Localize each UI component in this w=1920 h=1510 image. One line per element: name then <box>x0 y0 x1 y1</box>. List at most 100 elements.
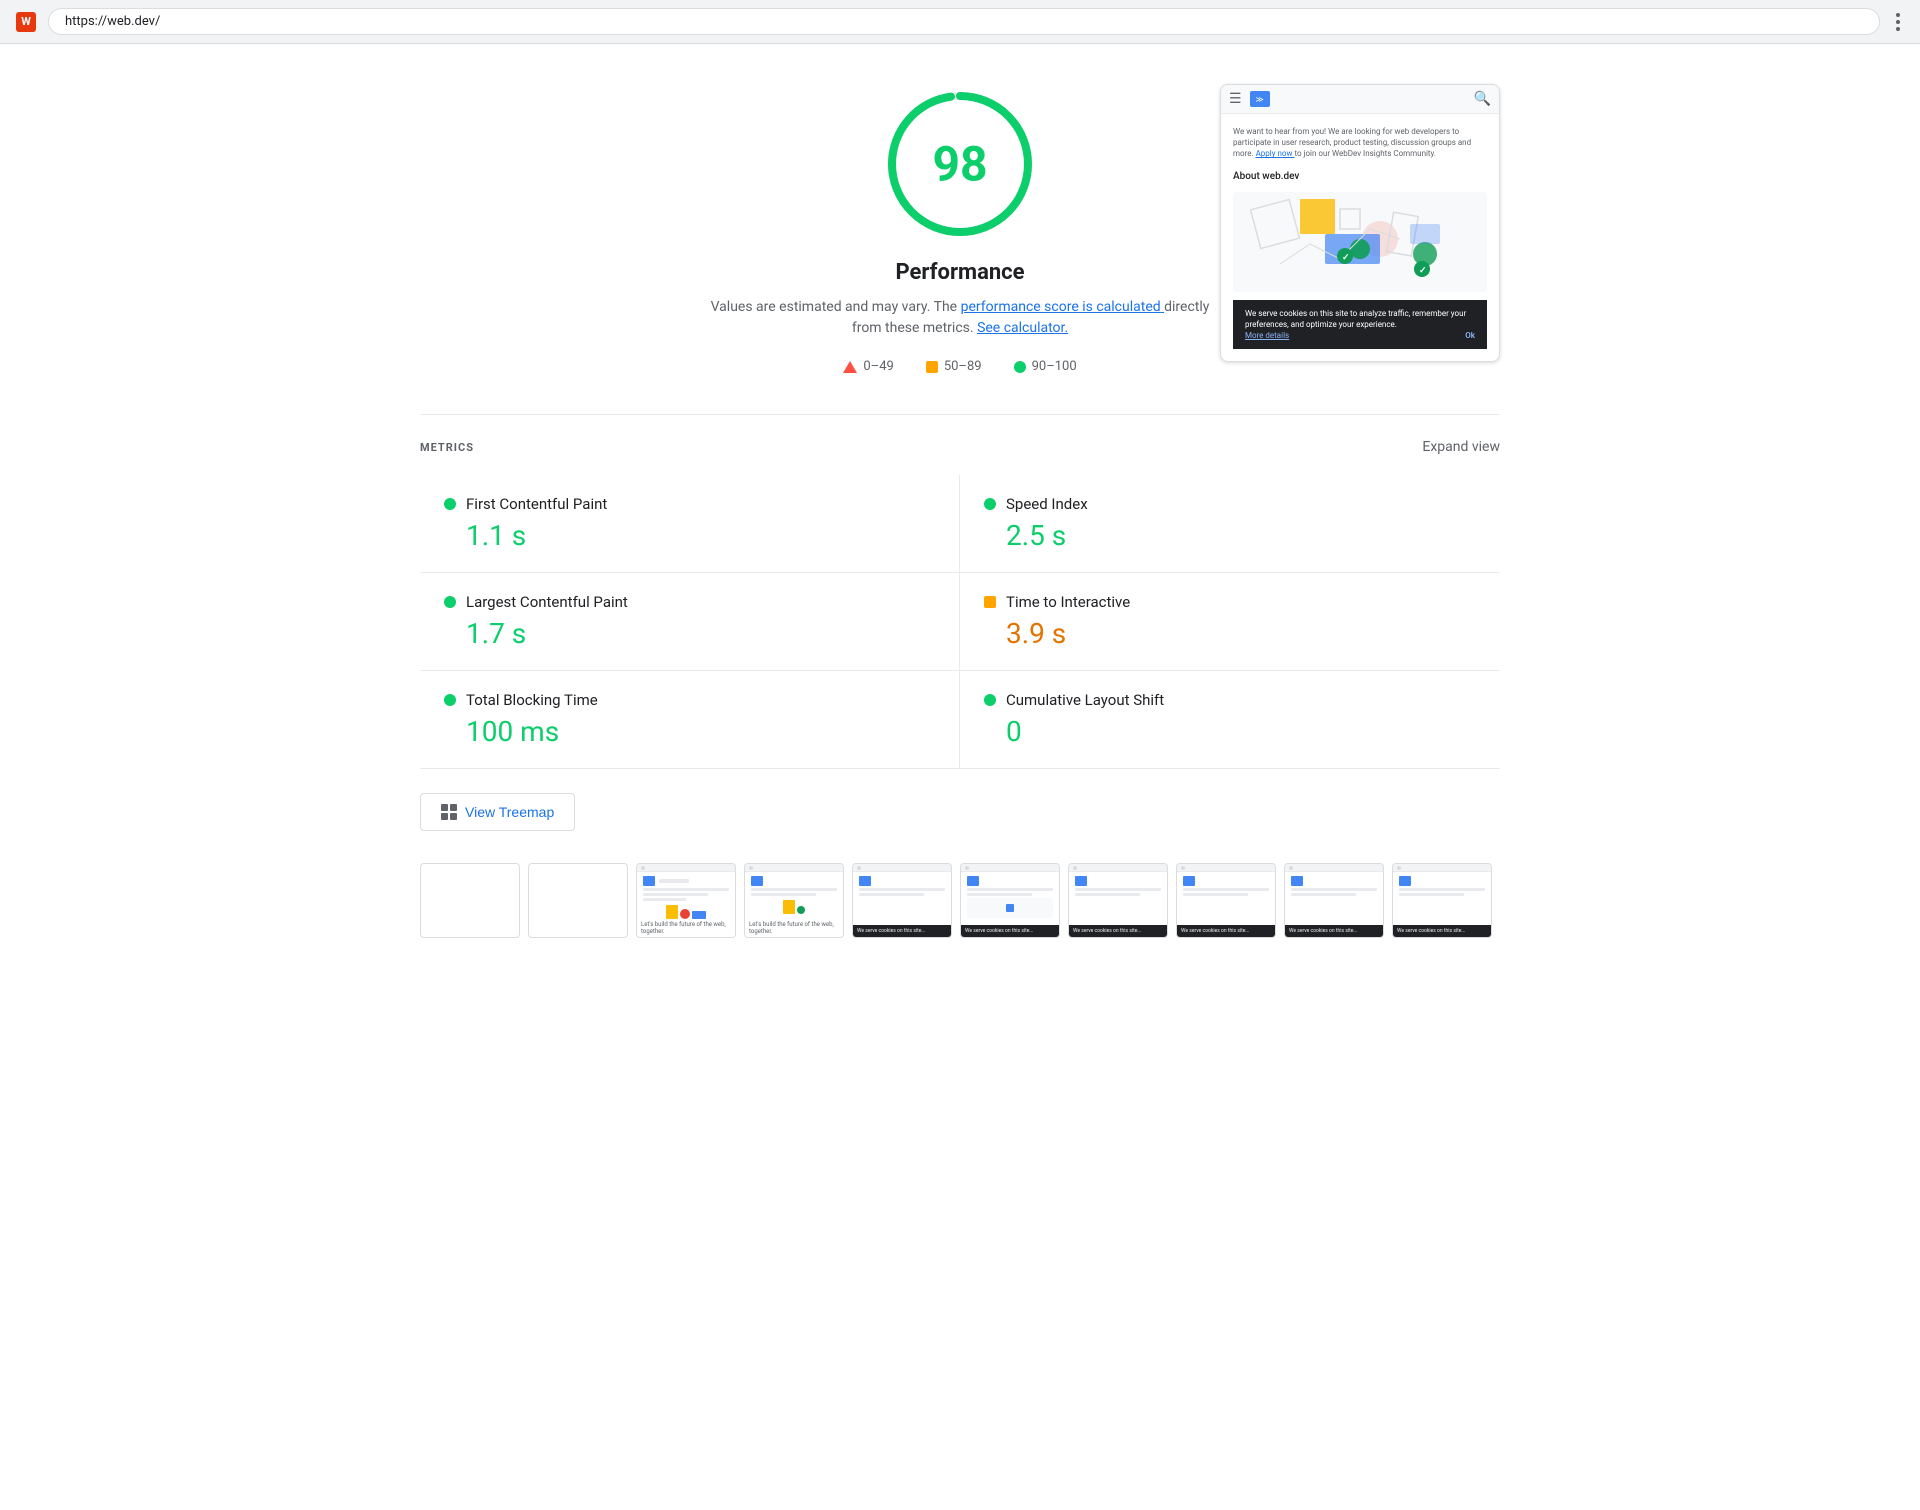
filmstrip-thumb-5: We serve cookies on this site... <box>852 863 952 938</box>
screenshot-ok-button[interactable]: Ok <box>1465 330 1475 341</box>
metric-tti-label: Time to Interactive <box>1006 593 1130 611</box>
metric-lcp-status-dot <box>444 596 456 608</box>
score-section: 98 Performance Values are estimated and … <box>420 84 1500 374</box>
thumb-4-bar <box>745 864 843 872</box>
browser-favicon: W <box>16 12 36 32</box>
browser-url[interactable]: https://web.dev/ <box>48 8 1880 35</box>
filmstrip-thumb-9: We serve cookies on this site... <box>1284 863 1384 938</box>
metric-si-name-row: Speed Index <box>984 495 1476 513</box>
thumb-logo <box>859 876 871 886</box>
legend-needs-improvement: 50–89 <box>926 359 982 374</box>
metrics-grid: First Contentful Paint 1.1 s Speed Index… <box>420 475 1500 769</box>
performance-description: Values are estimated and may vary. The p… <box>710 297 1210 339</box>
thumb-9-caption: We serve cookies on this site... <box>1285 925 1383 937</box>
metric-si: Speed Index 2.5 s <box>960 475 1500 573</box>
treemap-section: View Treemap <box>420 769 1500 855</box>
calculator-link[interactable]: See calculator. <box>977 320 1068 336</box>
thumb-logo <box>751 876 763 886</box>
thumb-5-bar <box>853 864 951 872</box>
legend-poor: 0–49 <box>843 359 893 374</box>
treemap-button-label: View Treemap <box>465 804 554 820</box>
screenshot-banner: We want to hear from you! We are looking… <box>1233 126 1487 160</box>
metrics-section-label: METRICS <box>420 441 474 454</box>
filmstrip-thumb-4: Let's build the future of the web, toget… <box>744 863 844 938</box>
thumb-7-caption: We serve cookies on this site... <box>1069 925 1167 937</box>
thumb-8-caption: We serve cookies on this site... <box>1177 925 1275 937</box>
metric-lcp: Largest Contentful Paint 1.7 s <box>420 573 960 671</box>
metric-tbt-label: Total Blocking Time <box>466 691 598 709</box>
metric-tti-value: 3.9 s <box>984 617 1476 650</box>
metric-lcp-name-row: Largest Contentful Paint <box>444 593 935 611</box>
score-number: 98 <box>932 136 987 193</box>
metric-cls: Cumulative Layout Shift 0 <box>960 671 1500 769</box>
metric-cls-name-row: Cumulative Layout Shift <box>984 691 1476 709</box>
legend-good: 90–100 <box>1014 359 1077 374</box>
svg-text:✓: ✓ <box>1342 253 1350 263</box>
section-divider <box>420 414 1500 415</box>
screenshot-more-details-link[interactable]: More details <box>1245 331 1289 340</box>
mini-menu-icon: ☰ <box>1229 91 1242 107</box>
metric-tbt-name-row: Total Blocking Time <box>444 691 935 709</box>
screenshot-illustration: ✓ ✓ <box>1233 192 1487 292</box>
screenshot-about-label: About web.dev <box>1233 170 1487 184</box>
metric-fcp-label: First Contentful Paint <box>466 495 607 513</box>
thumb-3-caption: Let's build the future of the web, toget… <box>637 919 735 937</box>
browser-chrome: W https://web.dev/ <box>0 0 1920 44</box>
legend-good-range: 90–100 <box>1032 359 1077 374</box>
filmstrip-thumb-8: We serve cookies on this site... <box>1176 863 1276 938</box>
score-circle-wrapper: 98 <box>880 84 1040 244</box>
thumb-3-bar <box>637 864 735 872</box>
screenshot-browser-bar: ☰ 🔍 <box>1221 85 1499 114</box>
expand-view-button[interactable]: Expand view <box>1422 439 1500 455</box>
legend-mid-range: 50–89 <box>944 359 982 374</box>
metric-tbt-value: 100 ms <box>444 715 935 748</box>
treemap-icon <box>441 804 457 820</box>
screenshot-content: We want to hear from you! We are looking… <box>1221 114 1499 361</box>
legend-triangle-icon <box>843 361 857 373</box>
metric-lcp-value: 1.7 s <box>444 617 935 650</box>
screenshot-preview: ☰ 🔍 We want to hear from you! We are loo… <box>1220 84 1500 362</box>
metric-cls-status-dot <box>984 694 996 706</box>
metric-si-value: 2.5 s <box>984 519 1476 552</box>
metrics-header: METRICS Expand view <box>420 439 1500 455</box>
metric-tbt-status-dot <box>444 694 456 706</box>
screenshot-cookie-banner: We serve cookies on this site to analyze… <box>1233 300 1487 350</box>
screenshot-apply-link[interactable]: Apply now <box>1256 149 1295 158</box>
filmstrip-thumb-1 <box>420 863 520 938</box>
perf-score-link[interactable]: performance score is calculated <box>961 299 1165 315</box>
metric-si-status-dot <box>984 498 996 510</box>
treemap-button[interactable]: View Treemap <box>420 793 575 831</box>
thumb-logo <box>643 876 655 886</box>
metric-lcp-label: Largest Contentful Paint <box>466 593 628 611</box>
legend-square-icon <box>926 361 938 373</box>
metric-fcp-name-row: First Contentful Paint <box>444 495 935 513</box>
mini-logo-icon <box>1250 91 1270 107</box>
svg-text:✓: ✓ <box>1419 266 1427 276</box>
filmstrip-thumb-10: We serve cookies on this site... <box>1392 863 1492 938</box>
metric-tti-status-dot <box>984 596 996 608</box>
filmstrip-thumb-6: We serve cookies on this site... <box>960 863 1060 938</box>
metric-fcp-value: 1.1 s <box>444 519 935 552</box>
metric-fcp-status-dot <box>444 498 456 510</box>
filmstrip: Let's build the future of the web, toget… <box>420 855 1500 946</box>
metric-cls-value: 0 <box>984 715 1476 748</box>
thumb-5-caption: We serve cookies on this site... <box>853 925 951 937</box>
filmstrip-thumb-7: We serve cookies on this site... <box>1068 863 1168 938</box>
filmstrip-thumb-2 <box>528 863 628 938</box>
browser-menu-icon[interactable] <box>1892 9 1904 35</box>
page-content: 98 Performance Values are estimated and … <box>360 44 1560 986</box>
metric-tbt: Total Blocking Time 100 ms <box>420 671 960 769</box>
thumb-4-caption: Let's build the future of the web, toget… <box>745 919 843 937</box>
legend-poor-range: 0–49 <box>863 359 893 374</box>
metric-fcp: First Contentful Paint 1.1 s <box>420 475 960 573</box>
metric-cls-label: Cumulative Layout Shift <box>1006 691 1164 709</box>
metric-tti-name-row: Time to Interactive <box>984 593 1476 611</box>
mini-search-icon: 🔍 <box>1474 91 1491 107</box>
thumb-10-caption: We serve cookies on this site... <box>1393 925 1491 937</box>
score-circle: 98 <box>880 84 1040 244</box>
filmstrip-thumb-3: Let's build the future of the web, toget… <box>636 863 736 938</box>
metric-tti: Time to Interactive 3.9 s <box>960 573 1500 671</box>
metric-si-label: Speed Index <box>1006 495 1088 513</box>
legend-circle-icon <box>1014 361 1026 373</box>
thumb-6-caption: We serve cookies on this site... <box>961 925 1059 937</box>
